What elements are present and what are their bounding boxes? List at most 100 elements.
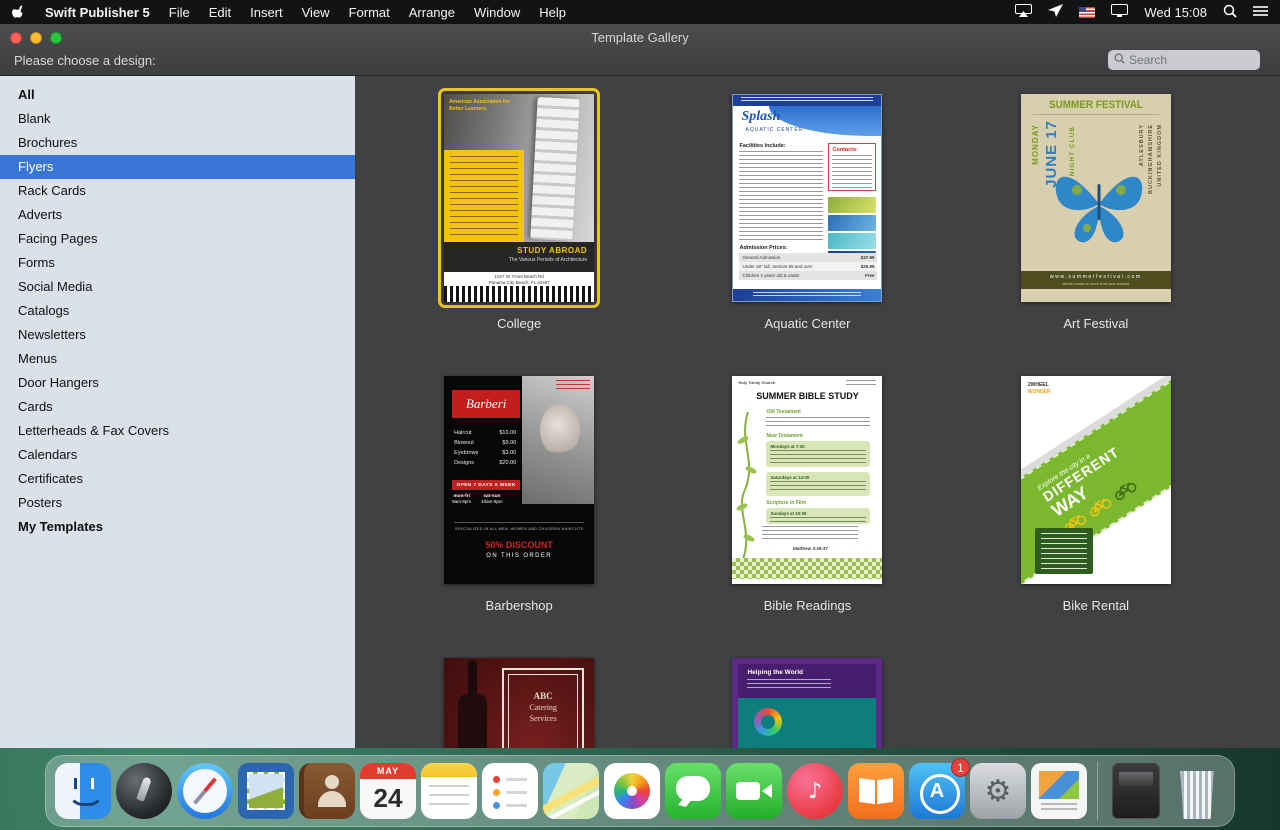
colorful-ring-graphic — [754, 708, 782, 736]
sidebar-item-posters[interactable]: Posters — [0, 491, 355, 515]
template-card-bike-rental[interactable]: 2WHEELWONDER Explore the city in a DIFFE… — [1015, 370, 1177, 614]
trash-icon[interactable] — [1169, 763, 1225, 819]
facetime-icon[interactable] — [726, 763, 782, 819]
notification-badge: 1 — [951, 758, 970, 777]
menu-insert[interactable]: Insert — [250, 5, 283, 20]
books-icon[interactable] — [848, 763, 904, 819]
service-row: Designs$20.00 — [454, 460, 516, 466]
barbershop-hours: mon-fri9am-8pm sat-sun10am-6pm — [452, 494, 530, 504]
text-placeholder-lines — [770, 517, 866, 522]
template-gallery-window: Template Gallery Please choose a design:… — [0, 24, 1280, 748]
art-festival-thumbnail[interactable]: SUMMER FESTIVAL MONDAY JUNE 17 NIGHT CLU… — [1021, 94, 1171, 302]
sidebar-item-catalogs[interactable]: Catalogs — [0, 299, 355, 323]
template-card-barbershop[interactable]: Barberi Haircut$10.00 Blowout$9.00 Eyebr… — [438, 370, 600, 614]
college-subtitle: The Various Periods of Architecture — [444, 257, 587, 264]
sidebar-item-social-media[interactable]: Social Media — [0, 275, 355, 299]
aquatic-contacts-box: Contacts: — [828, 143, 876, 191]
photos-icon[interactable] — [604, 763, 660, 819]
airplay-icon[interactable] — [1015, 4, 1032, 20]
choose-design-prompt: Please choose a design: — [14, 53, 156, 68]
system-preferences-icon[interactable]: ⚙ — [970, 763, 1026, 819]
sidebar-item-menus[interactable]: Menus — [0, 347, 355, 371]
schedule-box: Sundays at 15:30 — [766, 508, 870, 524]
menu-arrange[interactable]: Arrange — [409, 5, 455, 20]
sidebar-item-calendars[interactable]: Calendars — [0, 443, 355, 467]
input-source-flag-icon[interactable] — [1079, 7, 1095, 18]
template-card-catering[interactable]: ABC Catering Services — [438, 652, 600, 748]
desktop-wallpaper: MAY 24 ♪ A 1 ⚙ — [0, 748, 1280, 830]
notes-icon[interactable] — [421, 763, 477, 819]
apple-menu-icon[interactable] — [12, 4, 26, 20]
catering-thumbnail[interactable]: ABC Catering Services — [444, 658, 594, 748]
menu-edit[interactable]: Edit — [209, 5, 231, 20]
menu-window[interactable]: Window — [474, 5, 520, 20]
template-card-bible-readings[interactable]: Holy Trinity Church SUMMER BIBLE STUDY — [726, 370, 888, 614]
leaf-decoration — [734, 412, 762, 567]
template-label: Bike Rental — [1063, 598, 1129, 614]
aquatic-price-table: General Admission$37.99 Under 48" tall, … — [739, 253, 877, 280]
sidebar-item-adverts[interactable]: Adverts — [0, 203, 355, 227]
checker-band — [732, 558, 882, 579]
spotlight-icon[interactable] — [1223, 4, 1237, 21]
barbershop-thumbnail[interactable]: Barberi Haircut$10.00 Blowout$9.00 Eyebr… — [444, 376, 594, 584]
sidebar-item-rack-cards[interactable]: Rack Cards — [0, 179, 355, 203]
sidebar-item-cards[interactable]: Cards — [0, 395, 355, 419]
search-input[interactable] — [1129, 53, 1254, 67]
sidebar-item-certificates[interactable]: Certificates — [0, 467, 355, 491]
menu-clock[interactable]: Wed 15:08 — [1144, 5, 1207, 20]
launchpad-icon[interactable] — [116, 763, 172, 819]
menu-bar: Swift Publisher 5 File Edit Insert View … — [0, 0, 1280, 24]
template-card-aquatic-center[interactable]: Splash AQUATIC CENTER Contacts: Faciliti… — [726, 88, 888, 332]
festival-location: UNITED KINGDOM — [1157, 124, 1163, 187]
hours-col: mon-fri9am-8pm — [452, 494, 471, 504]
sidebar-item-door-hangers[interactable]: Door Hangers — [0, 371, 355, 395]
sidebar-item-flyers[interactable]: Flyers — [0, 155, 355, 179]
messages-icon[interactable] — [665, 763, 721, 819]
itunes-icon[interactable]: ♪ — [787, 763, 843, 819]
photo-tile — [828, 197, 876, 213]
sidebar-item-newsletters[interactable]: Newsletters — [0, 323, 355, 347]
maps-icon[interactable] — [543, 763, 599, 819]
swift-publisher-icon[interactable] — [1031, 763, 1087, 819]
template-card-college[interactable]: American Association for Better Learners… — [438, 88, 600, 332]
display-icon[interactable] — [1111, 4, 1128, 20]
template-card-charity[interactable]: Helping the World — [726, 652, 888, 748]
finder-icon[interactable] — [55, 763, 111, 819]
menu-help[interactable]: Help — [539, 5, 566, 20]
notification-center-icon[interactable] — [1253, 5, 1268, 20]
stamp-app-icon[interactable] — [238, 763, 294, 819]
college-thumbnail[interactable]: American Association for Better Learners… — [444, 94, 594, 302]
safari-icon[interactable] — [177, 763, 233, 819]
sidebar-item-all[interactable]: All — [0, 83, 355, 107]
menu-file[interactable]: File — [169, 5, 190, 20]
paperplane-icon[interactable] — [1048, 4, 1063, 20]
app-store-icon[interactable]: A 1 — [909, 763, 965, 819]
text-placeholder-lines — [770, 450, 866, 464]
charity-thumbnail[interactable]: Helping the World — [732, 658, 882, 748]
divider — [1033, 114, 1159, 115]
template-card-art-festival[interactable]: SUMMER FESTIVAL MONDAY JUNE 17 NIGHT CLU… — [1015, 88, 1177, 332]
window-title-bar[interactable]: Template Gallery Please choose a design: — [0, 24, 1280, 76]
search-field[interactable] — [1108, 50, 1260, 70]
sidebar-item-blank[interactable]: Blank — [0, 107, 355, 131]
menu-view[interactable]: View — [302, 5, 330, 20]
calendar-icon[interactable]: MAY 24 — [360, 763, 416, 819]
text-placeholder-lines — [770, 481, 866, 493]
contacts-icon[interactable] — [299, 763, 355, 819]
search-icon — [1114, 51, 1125, 69]
sidebar-item-forms[interactable]: Forms — [0, 251, 355, 275]
sidebar-item-my-templates[interactable]: My Templates — [0, 515, 355, 539]
sidebar-item-letterheads[interactable]: Letterheads & Fax Covers — [0, 419, 355, 443]
aquatic-thumbnail[interactable]: Splash AQUATIC CENTER Contacts: Faciliti… — [732, 94, 882, 302]
bible-thumbnail[interactable]: Holy Trinity Church SUMMER BIBLE STUDY — [732, 376, 882, 584]
minimized-window-icon[interactable] — [1112, 763, 1160, 819]
template-label: Art Festival — [1063, 316, 1128, 332]
text-placeholder-lines — [766, 417, 870, 429]
bike-rental-thumbnail[interactable]: 2WHEELWONDER Explore the city in a DIFFE… — [1021, 376, 1171, 584]
sidebar-item-brochures[interactable]: Brochures — [0, 131, 355, 155]
sidebar-item-facing-pages[interactable]: Facing Pages — [0, 227, 355, 251]
menu-app-name[interactable]: Swift Publisher 5 — [45, 5, 150, 20]
menu-format[interactable]: Format — [349, 5, 390, 20]
bible-title: SUMMER BIBLE STUDY — [732, 391, 882, 401]
reminders-icon[interactable] — [482, 763, 538, 819]
